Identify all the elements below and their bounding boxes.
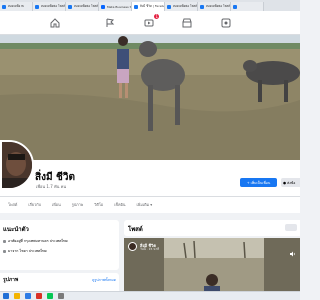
tab-favicon-icon (200, 4, 204, 9)
browser-tab[interactable]: Meta Business Suite (99, 2, 132, 11)
profile-tab[interactable]: เช็คอิน (114, 202, 125, 208)
browser-tab[interactable]: สิงมี ชีวิต | Facebook (132, 2, 165, 11)
tab-title: ทอดเหยื่อพอ โพสต์ (74, 4, 98, 8)
tab-title: ทอดเหยื่อพอ โพสต์ (206, 4, 230, 8)
add-friend-icon: + (246, 180, 250, 185)
browser-tab[interactable] (231, 2, 264, 11)
location-pin-icon (3, 249, 6, 253)
intro-row-lives: อาศัยอยู่ที่ กรุงเทพมหานคร ประเทศไทย (3, 238, 116, 244)
intro-row-text: มาจาก ไชยา ประเทศไทย (8, 249, 47, 253)
app-icon[interactable] (58, 293, 64, 299)
tab-title: ทอดเหยื่อพอ โพสต์ใหม่ (173, 4, 197, 8)
browser-tab[interactable]: ทอดเหยื่อ fb (0, 2, 33, 11)
profile-tabs: โพสต์ เกี่ยวกับ เพื่อน รูปภาพ วิดีโอ เช็คอิน เ… (0, 196, 300, 213)
profile-tab[interactable]: วิดีโอ (94, 202, 103, 208)
message-label: ส่งข้อ (287, 180, 296, 185)
browser-tab[interactable]: ทอดเหยื่อพอ โพสต์ (33, 2, 66, 11)
friend-count[interactable]: เพื่อน 1.7 พัน คน (36, 183, 66, 190)
video-watch-icon[interactable]: 1 (142, 14, 159, 29)
profile-tab[interactable]: เพิ่มเติม ▾ (137, 202, 153, 208)
home-icon[interactable] (48, 17, 62, 29)
posts-heading: โพสต์ (128, 226, 143, 233)
photos-card: รูปภาพ ดูรูปภาพทั้งหมด (0, 273, 119, 293)
posts-header: โพสต์ (124, 220, 300, 236)
tab-favicon-icon (35, 4, 39, 9)
messenger-icon: ● (283, 180, 287, 185)
filter-button[interactable] (285, 224, 297, 231)
line-app-icon[interactable] (47, 293, 53, 299)
browser-edge-icon[interactable] (25, 293, 31, 299)
chrome-icon[interactable] (36, 293, 42, 299)
intro-row-text: อาศัยอยู่ที่ กรุงเทพมหานคร ประเทศไทย (8, 239, 68, 243)
browser-tab[interactable]: ทอดเหยื่อพอ โพสต์ (198, 2, 231, 11)
marketplace-icon[interactable] (180, 17, 194, 29)
browser-tab[interactable]: ทอดเหยื่อพอ โพสต์ใหม่ (165, 2, 198, 11)
profile-tab[interactable]: โพสต์ (8, 202, 17, 208)
see-all-photos-link[interactable]: ดูรูปภาพทั้งหมด (92, 277, 116, 283)
cover-photo[interactable] (0, 35, 300, 160)
tab-title: ทอดเหยื่อพอ โพสต์ (41, 4, 65, 8)
tab-title: สิงมี ชีวิต | Facebook (140, 4, 164, 8)
tab-favicon-icon (134, 4, 138, 9)
volume-icon[interactable] (290, 242, 296, 257)
intro-row-from: มาจาก ไชยา ประเทศไทย (3, 248, 116, 254)
profile-tab[interactable]: เกี่ยวกับ (28, 202, 41, 208)
home-icon (3, 239, 6, 243)
intro-card: แนะนำตัว อาศัยอยู่ที่ กรุงเทพมหานคร ประเ… (0, 220, 119, 270)
message-button[interactable]: ● ส่งข้อ (281, 178, 300, 187)
gaming-icon[interactable] (219, 17, 233, 29)
notification-badge: 1 (154, 14, 159, 19)
tab-favicon-icon (233, 4, 237, 9)
intro-heading: แนะนำตัว (3, 226, 29, 233)
tab-favicon-icon (2, 4, 6, 9)
tab-favicon-icon (68, 4, 72, 9)
tab-title: Meta Business Suite (107, 4, 131, 9)
tab-favicon-icon (101, 4, 105, 9)
facebook-top-nav: 1 (0, 11, 300, 35)
post-author-avatar[interactable] (128, 242, 137, 251)
add-friend-button[interactable]: + เพิ่มเป็นเพื่อน (240, 178, 277, 187)
profile-tab[interactable]: รูปภาพ (72, 202, 84, 208)
windows-start-icon[interactable] (3, 293, 9, 299)
file-explorer-icon[interactable] (14, 293, 20, 299)
post-time[interactable]: วันนี้ · 15 นาที (140, 247, 159, 252)
browser-tab-strip: ทอดเหยื่อ fb ทอดเหยื่อพอ โพสต์ ทอดเหยื่อพอ… (0, 0, 300, 11)
pages-flag-icon[interactable] (103, 17, 117, 29)
add-friend-label: เพิ่มเป็นเพื่อน (250, 180, 271, 185)
browser-tab[interactable]: ทอดเหยื่อพอ โพสต์ (66, 2, 99, 11)
screen: ทอดเหยื่อ fb ทอดเหยื่อพอ โพสต์ ทอดเหยื่อพอ… (0, 0, 300, 300)
tab-title: ทอดเหยื่อ fb (8, 4, 25, 8)
os-taskbar (0, 291, 300, 300)
profile-tab[interactable]: เพื่อน (52, 202, 61, 208)
tab-favicon-icon (167, 4, 171, 9)
